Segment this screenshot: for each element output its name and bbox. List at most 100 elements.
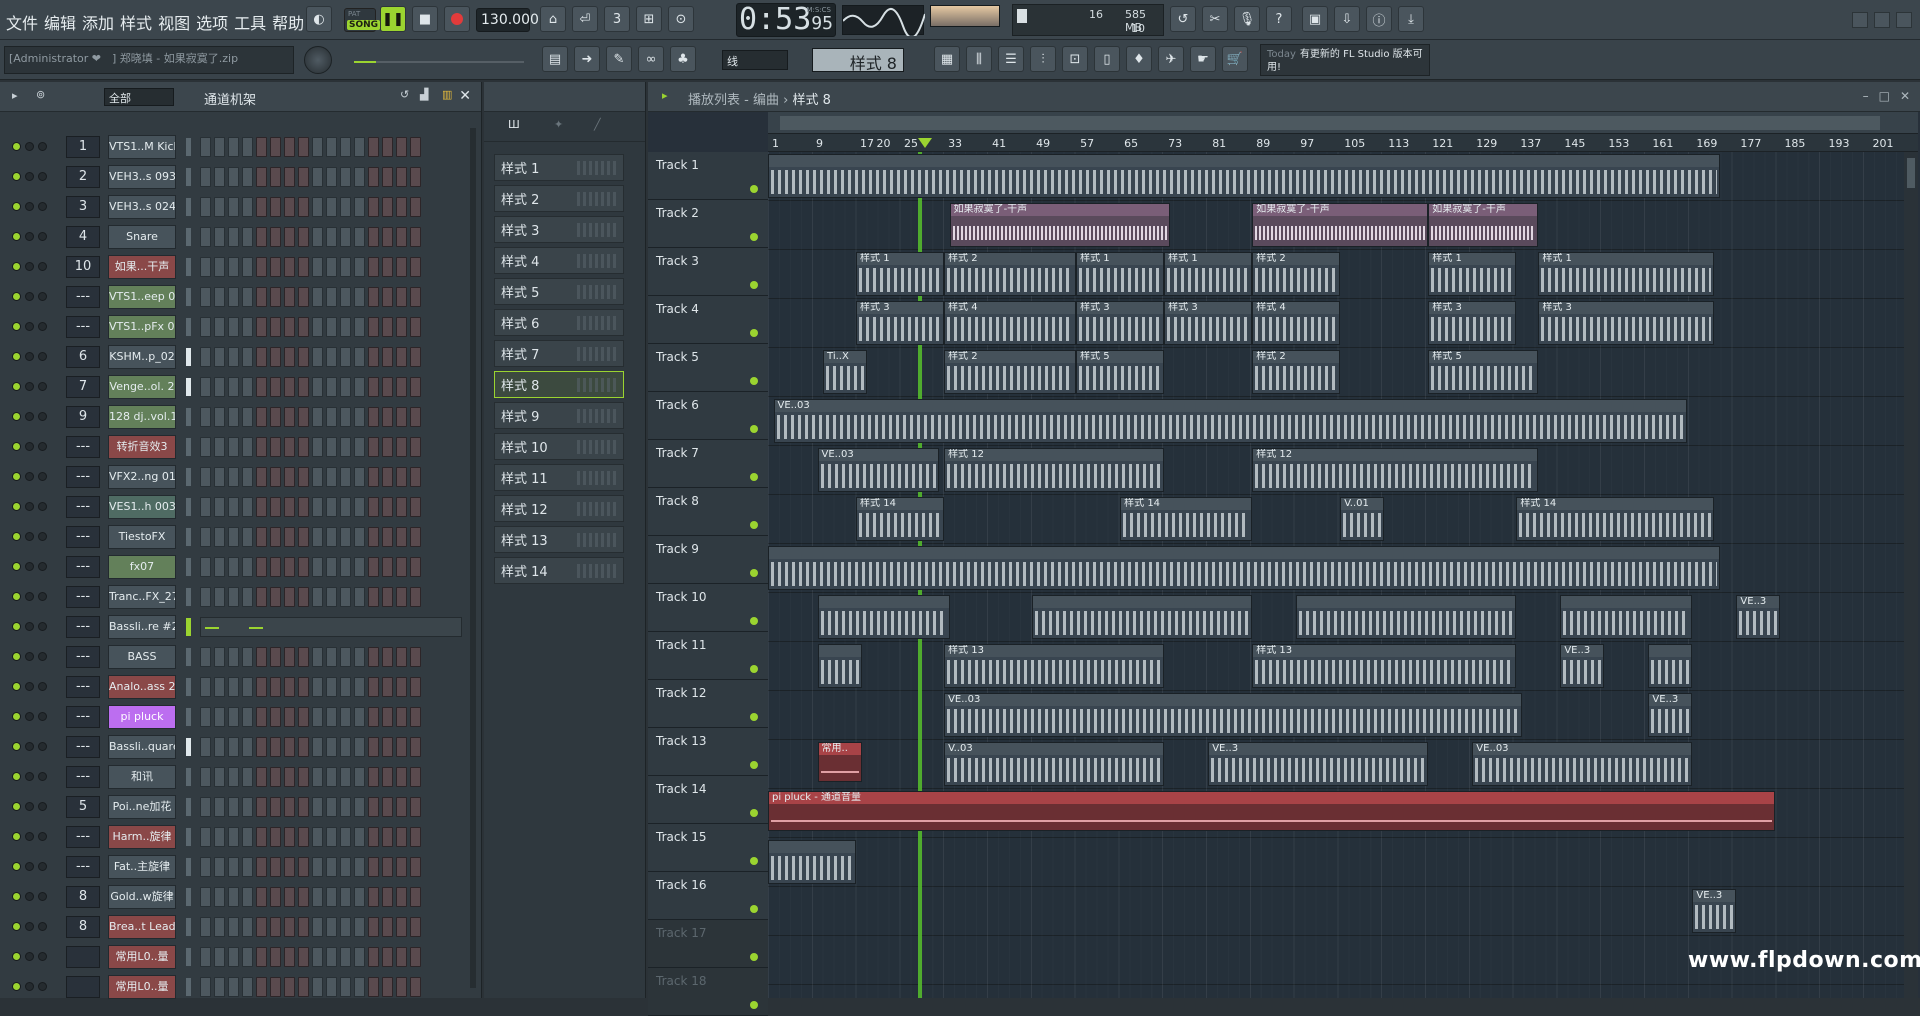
step-button[interactable] [354, 167, 365, 187]
pattern-item[interactable]: 样式 10 [494, 433, 624, 460]
step-button[interactable] [410, 167, 421, 187]
pattern-item[interactable]: 样式 5 [494, 278, 624, 305]
step-button[interactable] [200, 437, 211, 457]
step-button[interactable] [326, 437, 337, 457]
step-button[interactable] [256, 407, 267, 427]
step-button[interactable] [200, 587, 211, 607]
channel-row[interactable]: --- TiestoFX [4, 522, 472, 552]
step-button[interactable] [312, 287, 323, 307]
step-button[interactable] [298, 707, 309, 727]
step-button[interactable] [298, 737, 309, 757]
step-button[interactable] [200, 497, 211, 517]
step-button[interactable] [396, 857, 407, 877]
step-button[interactable] [270, 647, 281, 667]
step-button[interactable] [382, 497, 393, 517]
rack-options-icon[interactable]: ⊚ [36, 88, 45, 101]
channel-name-button[interactable]: 常用L0..量 [108, 975, 176, 999]
step-button[interactable] [354, 857, 365, 877]
channel-name-button[interactable]: pi pluck [108, 705, 176, 729]
touch-icon[interactable]: ☛ [1190, 46, 1216, 72]
step-button[interactable] [242, 947, 253, 967]
step-button[interactable] [270, 347, 281, 367]
pattern-clip[interactable]: 样式 3 [1076, 301, 1165, 345]
mute-led-icon[interactable] [12, 442, 21, 451]
step-button[interactable] [298, 527, 309, 547]
channel-select-bar[interactable] [186, 738, 191, 756]
step-button[interactable] [340, 407, 351, 427]
channel-name-button[interactable]: Harm..旋律 [108, 825, 176, 849]
step-button[interactable] [270, 257, 281, 277]
pattern-item[interactable]: 样式 9 [494, 402, 624, 429]
volume-knob-icon[interactable] [38, 472, 47, 481]
track-mute-led-icon[interactable] [750, 617, 758, 625]
track-mute-led-icon[interactable] [750, 905, 758, 913]
snap-select[interactable]: 线 [722, 50, 788, 70]
channel-name-button[interactable]: 转折音效3 [108, 435, 176, 459]
step-button[interactable] [214, 887, 225, 907]
channel-row[interactable]: --- VFX2..ng 01 [4, 462, 472, 492]
step-button[interactable] [382, 437, 393, 457]
step-button[interactable] [396, 227, 407, 247]
step-button[interactable] [214, 647, 225, 667]
step-button[interactable] [326, 227, 337, 247]
step-button[interactable] [256, 347, 267, 367]
step-button[interactable] [340, 857, 351, 877]
step-button[interactable] [228, 167, 239, 187]
step-button[interactable] [256, 197, 267, 217]
channel-row[interactable]: 1 VTS1..M Kick [4, 132, 472, 162]
step-button[interactable] [298, 977, 309, 997]
step-button[interactable] [396, 317, 407, 337]
pattern-clip[interactable]: V..03 [944, 742, 1165, 786]
pattern-selector[interactable]: 样式 8 [812, 48, 904, 73]
track-header[interactable]: Track 18 [648, 968, 768, 1016]
step-button[interactable] [312, 527, 323, 547]
mute-led-icon[interactable] [12, 532, 21, 541]
step-button[interactable] [214, 167, 225, 187]
pattern-clip[interactable]: 样式 1 [1538, 252, 1715, 296]
step-button[interactable] [354, 227, 365, 247]
minimize-icon[interactable] [1852, 12, 1868, 28]
step-button[interactable] [326, 197, 337, 217]
channel-mixer-track[interactable]: 8 [66, 916, 100, 938]
mute-led-icon[interactable] [12, 772, 21, 781]
step-button[interactable] [298, 647, 309, 667]
step-button[interactable] [242, 287, 253, 307]
pattern-clip[interactable]: 样式 13 [1252, 644, 1517, 688]
pencil-icon[interactable]: ✎ [606, 46, 632, 72]
channel-mixer-track[interactable]: --- [66, 706, 100, 728]
step-button[interactable] [326, 587, 337, 607]
channel-row[interactable]: --- Harm..旋律 [4, 822, 472, 852]
track-mute-led-icon[interactable] [750, 233, 758, 241]
timeline-ruler[interactable]: 1 9 17 25 33 41 49 57 65 73 81 89 97 105 113 121 129 137 1… [768, 134, 1918, 152]
piano-roll-icon[interactable]: ▤ [542, 46, 568, 72]
step-button[interactable] [256, 887, 267, 907]
step-button[interactable] [396, 887, 407, 907]
step-button[interactable] [340, 467, 351, 487]
step-button[interactable] [326, 647, 337, 667]
playlist-overview-scrollbar[interactable] [768, 112, 1918, 134]
channel-mixer-track[interactable]: --- [66, 616, 100, 638]
track-header[interactable]: Track 2 [648, 200, 768, 248]
channel-row[interactable]: --- Bassli..re #2 [4, 612, 472, 642]
step-button[interactable] [340, 527, 351, 547]
step-button[interactable] [382, 827, 393, 847]
step-button[interactable] [354, 557, 365, 577]
step-button[interactable] [270, 467, 281, 487]
rack-scrollbar[interactable] [470, 128, 476, 988]
step-button[interactable] [200, 707, 211, 727]
pattern-clip[interactable]: 样式 5 [1428, 350, 1539, 394]
pan-knob-icon[interactable] [25, 742, 34, 751]
step-button[interactable] [354, 287, 365, 307]
maximize-icon[interactable] [1874, 12, 1890, 28]
track-header[interactable]: Track 14 [648, 776, 768, 824]
step-button[interactable] [256, 917, 267, 937]
step-button[interactable] [340, 647, 351, 667]
channel-row[interactable]: 常用L0..量 [4, 942, 472, 972]
step-button[interactable] [284, 707, 295, 727]
channel-name-button[interactable]: fx07 [108, 555, 176, 579]
step-button[interactable] [382, 557, 393, 577]
step-button[interactable] [270, 737, 281, 757]
step-button[interactable] [214, 377, 225, 397]
step-button[interactable] [382, 587, 393, 607]
step-button[interactable] [410, 827, 421, 847]
